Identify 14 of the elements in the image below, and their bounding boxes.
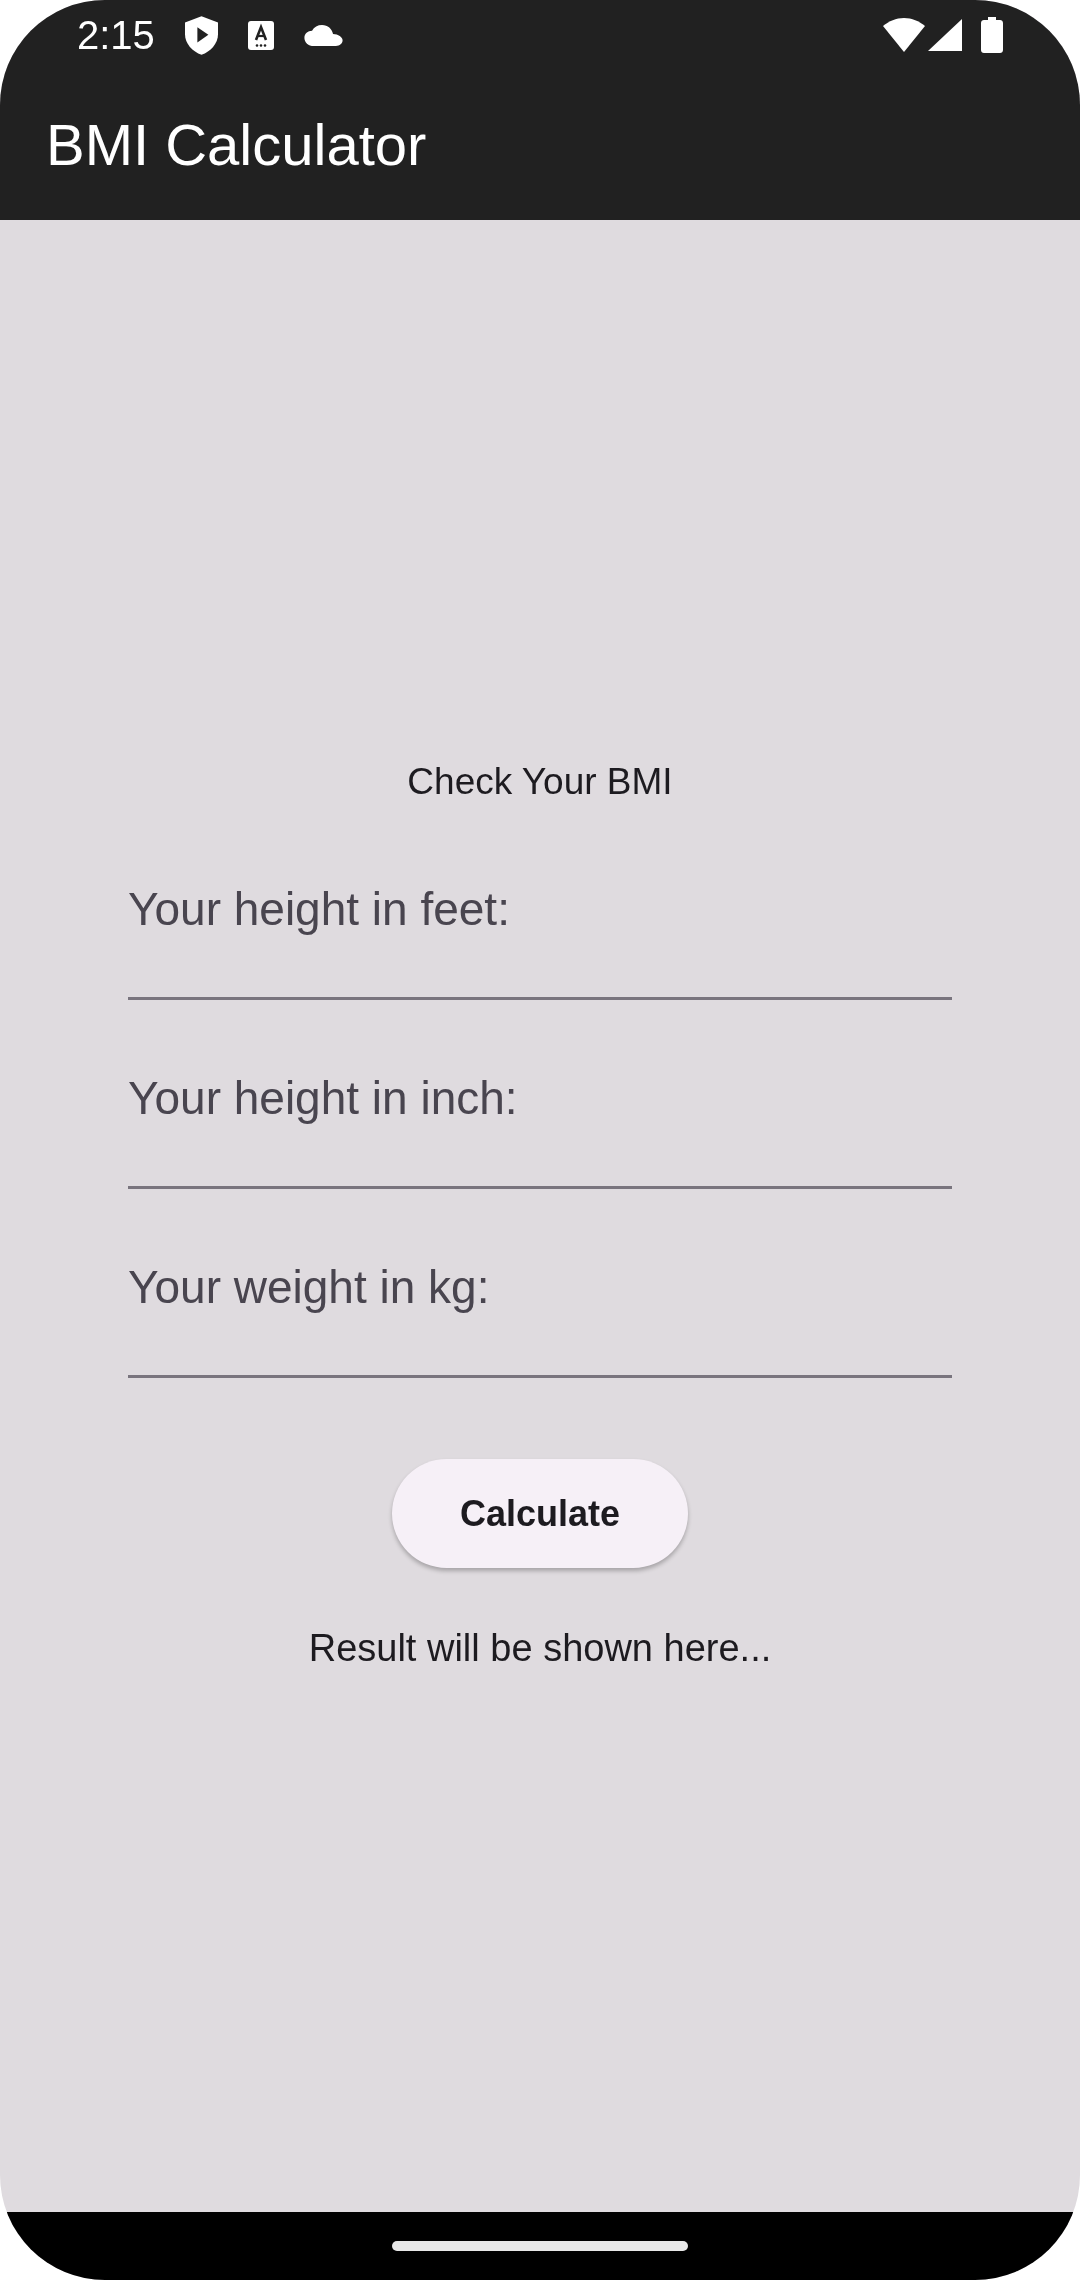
status-time: 2:15 <box>77 15 155 55</box>
wifi-icon <box>883 18 925 52</box>
input-field[interactable]: Your weight in kg: <box>128 1222 952 1378</box>
battery-icon <box>981 17 1003 53</box>
form-heading: Check Your BMI <box>407 760 673 804</box>
tile-icon <box>247 20 274 50</box>
signal-icon <box>928 19 962 51</box>
app-title: BMI Calculator <box>46 111 427 180</box>
calculate-button[interactable]: Calculate <box>392 1459 688 1568</box>
shield-icon <box>184 15 218 55</box>
input-field[interactable]: Your height in feet: <box>128 844 952 1000</box>
cloud-icon <box>303 24 343 46</box>
input-field[interactable]: Your height in inch: <box>128 1033 952 1189</box>
result-text: Result will be shown here... <box>308 1626 772 1671</box>
